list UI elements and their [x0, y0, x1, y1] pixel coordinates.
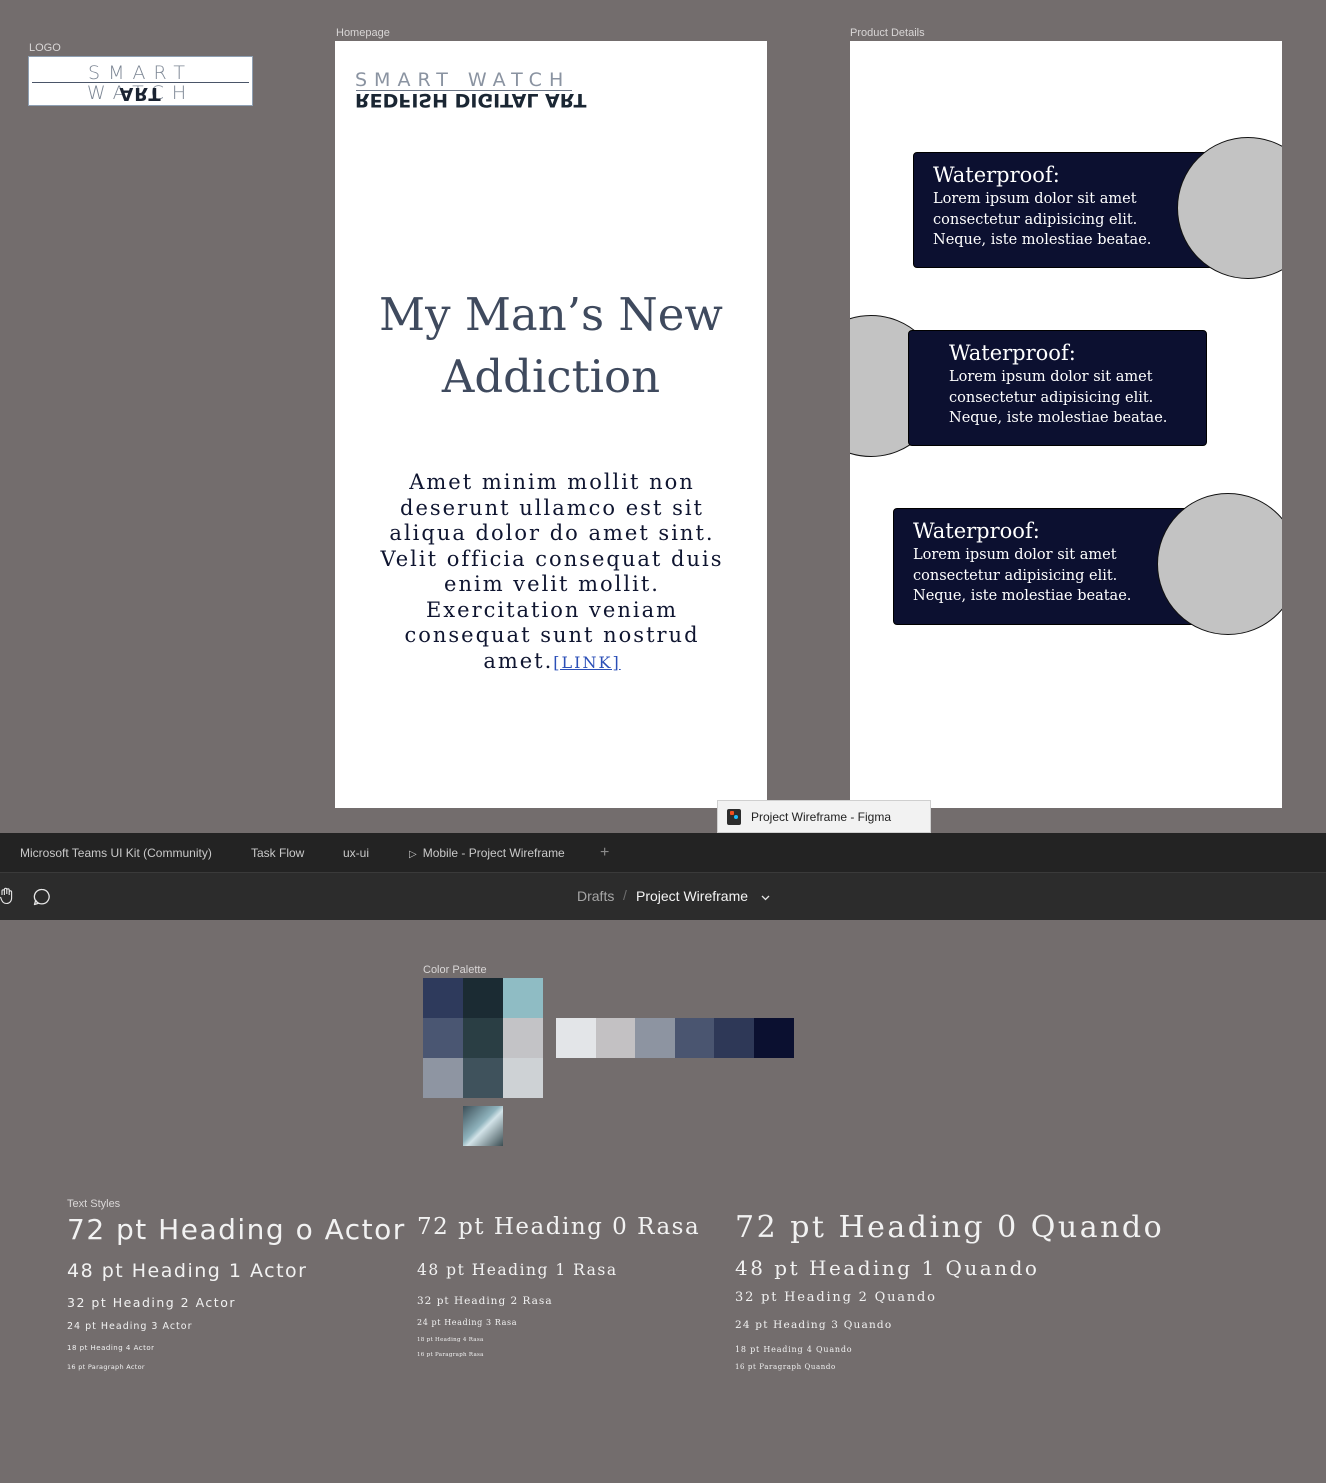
text-style-rasa-h4[interactable]: 18 pt Heading 4 Rasa: [417, 1337, 484, 1343]
new-tab-button[interactable]: +: [600, 833, 609, 872]
feature-card-title: Waterproof:: [913, 519, 1040, 543]
color-swatch: [556, 1018, 596, 1058]
text-style-quando-h1[interactable]: 48 pt Heading 1 Quando: [735, 1256, 1039, 1280]
gradient-swatch[interactable]: [463, 1106, 503, 1146]
color-swatch: [635, 1018, 675, 1058]
tab-teams-ui-kit[interactable]: Microsoft Teams UI Kit (Community): [20, 833, 212, 872]
color-swatch: [714, 1018, 754, 1058]
logo-line2: REDFISH DIGITAL ART: [46, 83, 235, 105]
play-icon: ▷: [409, 849, 417, 860]
tab-label: Mobile - Project Wireframe: [422, 846, 565, 860]
logo-frame[interactable]: SMART WATCH REDFISH DIGITAL ART: [28, 56, 253, 106]
text-style-quando-p[interactable]: 16 pt Paragraph Quando: [735, 1363, 836, 1371]
product-details-frame[interactable]: Waterproof: Lorem ipsum dolor sit amet c…: [850, 41, 1282, 808]
chevron-down-icon[interactable]: [761, 895, 770, 901]
color-swatch: [463, 978, 503, 1018]
text-style-rasa-h1[interactable]: 48 pt Heading 1 Rasa: [417, 1261, 618, 1279]
color-swatch: [503, 1058, 543, 1098]
text-style-rasa-h2[interactable]: 32 pt Heading 2 Rasa: [417, 1295, 553, 1307]
tooltip-text: Project Wireframe - Figma: [751, 809, 892, 824]
color-swatch: [423, 978, 463, 1018]
feature-card-title: Waterproof:: [949, 341, 1076, 365]
color-swatch: [423, 1058, 463, 1098]
hero-link[interactable]: [LINK]: [553, 653, 620, 672]
feature-card-text: Lorem ipsum dolor sit amet consectetur a…: [933, 191, 1152, 248]
color-swatch: [463, 1058, 503, 1098]
tab-bar: Microsoft Teams UI Kit (Community) Task …: [0, 833, 1326, 872]
product-frame-label[interactable]: Product Details: [850, 27, 925, 39]
hero-body: Amet minim mollit non deserunt ullamco e…: [372, 470, 732, 675]
palette-row[interactable]: [556, 1018, 794, 1058]
text-style-actor-h4[interactable]: 18 pt Heading 4 Actor: [67, 1344, 155, 1352]
tab-task-flow[interactable]: Task Flow: [251, 833, 304, 872]
tab-ux-ui[interactable]: ux-ui: [343, 833, 369, 872]
figma-icon: [727, 808, 741, 825]
feature-card-text: Lorem ipsum dolor sit amet consectetur a…: [913, 547, 1132, 604]
text-style-actor-h1[interactable]: 48 pt Heading 1 Actor: [67, 1260, 308, 1282]
text-style-rasa-h0[interactable]: 72 pt Heading 0 Rasa: [417, 1214, 700, 1240]
hand-tool-icon[interactable]: [0, 887, 14, 905]
text-style-actor-h3[interactable]: 24 pt Heading 3 Actor: [67, 1321, 193, 1332]
tab-mobile-project-wireframe[interactable]: ▷ Mobile - Project Wireframe: [409, 833, 565, 872]
text-style-quando-h3[interactable]: 24 pt Heading 3 Quando: [735, 1319, 892, 1331]
color-swatch: [423, 1018, 463, 1058]
homepage-logo-line2: REDFISH DIGITAL ART: [355, 89, 587, 111]
breadcrumb-separator: /: [623, 887, 627, 903]
palette-grid[interactable]: [423, 978, 543, 1098]
text-style-rasa-h3[interactable]: 24 pt Heading 3 Rasa: [417, 1318, 517, 1327]
color-swatch: [675, 1018, 715, 1058]
palette-label[interactable]: Color Palette: [423, 964, 487, 976]
text-styles-label[interactable]: Text Styles: [67, 1198, 120, 1210]
color-swatch: [503, 978, 543, 1018]
feature-card-text: Lorem ipsum dolor sit amet consectetur a…: [949, 369, 1168, 426]
color-swatch: [754, 1018, 794, 1058]
window-tooltip: Project Wireframe - Figma: [717, 800, 931, 833]
text-style-quando-h2[interactable]: 32 pt Heading 2 Quando: [735, 1290, 937, 1305]
hero-body-text: Amet minim mollit non deserunt ullamco e…: [380, 470, 724, 673]
homepage-logo-line1: SMART WATCH: [355, 69, 571, 91]
color-swatch: [503, 1018, 543, 1058]
toolbar: Drafts / Project Wireframe: [0, 872, 1326, 920]
hero-title: My Man’s New Addiction: [379, 288, 723, 403]
text-style-actor-p[interactable]: 16 pt Paragraph Actor: [67, 1363, 145, 1371]
text-style-quando-h4[interactable]: 18 pt Heading 4 Quando: [735, 1345, 852, 1354]
feature-card: Waterproof: Lorem ipsum dolor sit amet c…: [908, 330, 1207, 446]
logo-frame-label[interactable]: LOGO: [29, 42, 61, 54]
color-swatch: [596, 1018, 636, 1058]
breadcrumb-drafts[interactable]: Drafts: [577, 888, 614, 904]
file-name[interactable]: Project Wireframe: [636, 888, 748, 904]
homepage-frame[interactable]: [335, 41, 767, 808]
comment-icon[interactable]: [33, 888, 51, 906]
text-style-quando-h0[interactable]: 72 pt Heading 0 Quando: [735, 1210, 1164, 1245]
homepage-frame-label[interactable]: Homepage: [336, 27, 390, 39]
feature-card-title: Waterproof:: [933, 163, 1060, 187]
text-style-rasa-p[interactable]: 16 pt Paragraph Rasa: [417, 1352, 484, 1358]
text-style-actor-h2[interactable]: 32 pt Heading 2 Actor: [67, 1295, 236, 1310]
text-style-actor-h0[interactable]: 72 pt Heading o Actor: [67, 1213, 406, 1246]
color-swatch: [463, 1018, 503, 1058]
